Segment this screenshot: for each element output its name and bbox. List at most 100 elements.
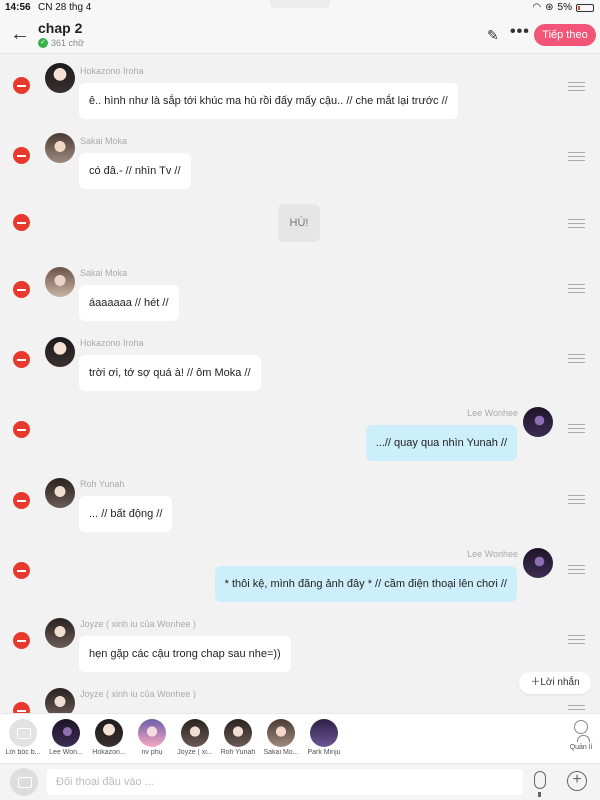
speaker-name: Lee Wonhee	[467, 408, 518, 418]
character-joyze[interactable]: Joyze ( xi...	[174, 719, 216, 756]
delete-message-button[interactable]	[13, 421, 30, 438]
drag-handle-icon[interactable]	[568, 82, 585, 91]
message-bubble[interactable]: trời ơi, tớ sợ quá à! // ôm Moka //	[79, 355, 261, 391]
delete-message-button[interactable]	[13, 702, 30, 713]
avatar	[224, 719, 252, 747]
character-label: Hokazon...	[92, 749, 126, 756]
add-attachment-icon[interactable]: +	[567, 771, 587, 791]
user-settings-icon	[574, 720, 590, 742]
message-row: Sakai Moka có đâ.- // nhìn Tv //	[0, 125, 600, 195]
delete-message-button[interactable]	[13, 632, 30, 649]
character-roh-yunah[interactable]: Roh Yunah	[217, 719, 259, 756]
avatar	[52, 719, 80, 747]
wifi-icon: ◠	[532, 2, 542, 13]
status-date: CN 28 thg 4	[38, 2, 92, 13]
word-count: ✓ 361 chữ	[38, 38, 84, 48]
delete-message-button[interactable]	[13, 147, 30, 164]
manage-label: Quản lí	[569, 744, 593, 751]
delete-message-button[interactable]	[13, 281, 30, 298]
input-bar: +	[0, 763, 600, 800]
delete-message-button[interactable]	[13, 214, 30, 231]
speaker-name: Hokazono Iroha	[80, 338, 144, 348]
avatar[interactable]	[523, 548, 553, 578]
narrator-toggle-icon[interactable]	[10, 768, 38, 796]
drag-handle-icon[interactable]	[568, 424, 585, 433]
more-options-icon[interactable]: •••	[510, 23, 530, 41]
avatar[interactable]	[45, 133, 75, 163]
speaker-name: Sakai Moka	[80, 268, 128, 278]
edit-icon[interactable]: ✎	[487, 27, 499, 44]
drag-handle-icon[interactable]	[568, 635, 585, 644]
speaker-name: Joyze ( xinh iu của Wonhee )	[80, 689, 196, 699]
character-hokazono[interactable]: Hokazon...	[88, 719, 130, 756]
message-row: Sakai Moka áaaaaaa // hét //	[0, 260, 600, 330]
delete-message-button[interactable]	[13, 492, 30, 509]
message-bubble[interactable]: ...// quay qua nhìn Yunah //	[365, 425, 517, 461]
check-icon: ✓	[38, 38, 48, 48]
microphone-icon[interactable]	[534, 771, 546, 797]
drag-handle-icon[interactable]	[568, 705, 585, 713]
battery-percent: 5%	[557, 2, 572, 13]
character-park-minju[interactable]: Park Minju	[303, 719, 345, 756]
speaker-name: Lee Wonhee	[467, 549, 518, 559]
character-label: Lời bốc b...	[5, 749, 41, 756]
message-row: Hokazono Iroha trời ơi, tớ sợ quá à! // …	[0, 330, 600, 400]
message-row: Joyze ( xinh iu của Wonhee ) hẹn gặp các…	[0, 610, 600, 680]
message-bubble[interactable]: có đâ.- // nhìn Tv //	[79, 153, 191, 189]
character-lee-wonhee[interactable]: Lee Won...	[45, 719, 87, 756]
avatar[interactable]	[45, 688, 75, 713]
drag-handle-icon[interactable]	[568, 354, 585, 363]
avatar[interactable]	[45, 337, 75, 367]
message-bubble[interactable]: ... // bất động //	[79, 496, 173, 532]
avatar	[138, 719, 166, 747]
avatar	[267, 719, 295, 747]
message-bubble[interactable]: * thôi kệ, mình đăng ảnh đây * // cầm đi…	[214, 566, 517, 602]
top-indicator	[270, 0, 330, 8]
narration-bubble[interactable]: HÙ!	[278, 204, 320, 242]
add-message-button[interactable]: ＋Lời nhắn	[519, 672, 591, 694]
character-nv-phu[interactable]: nv phụ	[131, 719, 173, 756]
message-bubble[interactable]: ê.. hình như là sắp tới khúc ma hù rồi đ…	[79, 83, 458, 119]
character-label: Park Minju	[307, 749, 341, 756]
drag-handle-icon[interactable]	[568, 284, 585, 293]
character-narrator[interactable]: Lời bốc b...	[2, 719, 44, 756]
character-sakai-moka[interactable]: Sakai Mo...	[260, 719, 302, 756]
status-bar: 14:56 CN 28 thg 4 ◠ ⊛ 5%	[0, 0, 600, 16]
speaker-name: Hokazono Iroha	[80, 66, 144, 76]
manage-characters-button[interactable]: Quản lí	[566, 720, 596, 751]
message-row: Roh Yunah ... // bất động //	[0, 470, 600, 540]
message-bubble[interactable]: hẹn gặp các cậu trong chap sau nhe=))	[79, 636, 291, 672]
drag-handle-icon[interactable]	[568, 219, 585, 228]
avatar[interactable]	[523, 407, 553, 437]
drag-handle-icon[interactable]	[568, 565, 585, 574]
character-bar: Lời bốc b... Lee Won... Hokazon... nv ph…	[0, 713, 600, 763]
avatar[interactable]	[45, 63, 75, 93]
avatar[interactable]	[45, 478, 75, 508]
message-bubble[interactable]: áaaaaaa // hét //	[79, 285, 179, 321]
narrator-icon	[9, 719, 37, 747]
back-arrow-icon[interactable]: ←	[10, 24, 32, 46]
dialogue-input[interactable]	[47, 769, 523, 795]
message-row: Hokazono Iroha ê.. hình như là sắp tới k…	[0, 55, 600, 125]
drag-handle-icon[interactable]	[568, 152, 585, 161]
delete-message-button[interactable]	[13, 77, 30, 94]
avatar[interactable]	[45, 618, 75, 648]
page-title: chap 2	[38, 20, 83, 36]
character-label: Lee Won...	[49, 749, 83, 756]
next-button[interactable]: Tiếp theo	[534, 24, 596, 46]
drag-handle-icon[interactable]	[568, 495, 585, 504]
speaker-name: Sakai Moka	[80, 136, 128, 146]
message-row: Joyze ( xinh iu của Wonhee )	[0, 680, 600, 713]
character-label: nv phụ	[141, 749, 163, 756]
status-time: 14:56	[5, 2, 31, 13]
delete-message-button[interactable]	[13, 351, 30, 368]
message-row: Lee Wonhee ...// quay qua nhìn Yunah //	[0, 400, 600, 470]
speaker-name: Roh Yunah	[80, 479, 125, 489]
speaker-name: Joyze ( xinh iu của Wonhee )	[80, 619, 196, 629]
battery-icon	[576, 3, 594, 12]
message-list: Hokazono Iroha ê.. hình như là sắp tới k…	[0, 55, 600, 713]
avatar[interactable]	[45, 267, 75, 297]
avatar	[310, 719, 338, 747]
delete-message-button[interactable]	[13, 562, 30, 579]
header-bar: ← chap 2 ✓ 361 chữ ✎ ••• Tiếp theo	[0, 16, 600, 54]
